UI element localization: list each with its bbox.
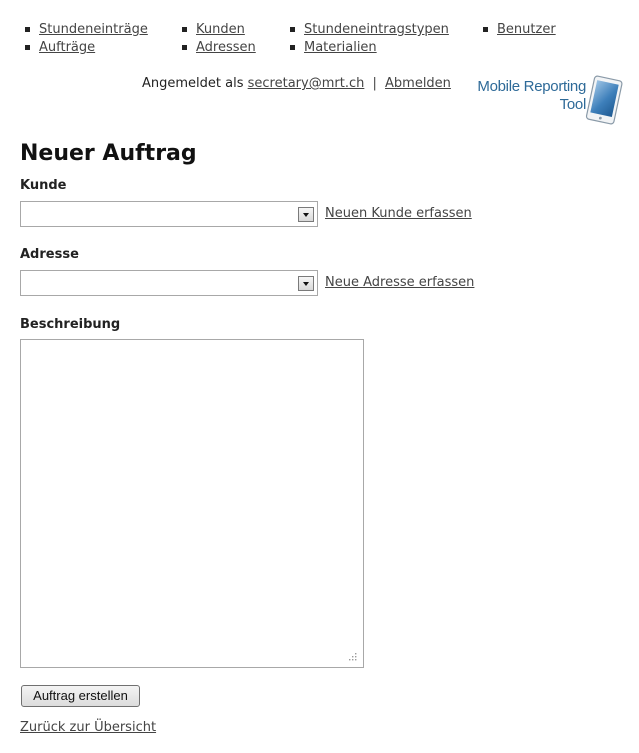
address-label: Adresse — [20, 247, 79, 262]
address-select[interactable] — [20, 270, 318, 296]
square-bullet-icon — [182, 27, 187, 32]
description-label: Beschreibung — [20, 317, 121, 332]
login-separator: | — [372, 76, 377, 91]
customer-label: Kunde — [20, 178, 67, 193]
dropdown-arrow — [303, 213, 309, 217]
chevron-down-icon[interactable] — [298, 276, 314, 291]
user-email-link[interactable]: secretary@mrt.ch — [248, 76, 365, 91]
customer-select[interactable] — [20, 201, 318, 227]
logo-text-line1: Mobile Reporting — [477, 78, 586, 95]
chevron-down-icon[interactable] — [298, 207, 314, 222]
square-bullet-icon — [182, 45, 187, 50]
square-bullet-icon — [290, 45, 295, 50]
logo-text: Mobile Reporting Tool — [474, 78, 586, 114]
description-textarea[interactable] — [20, 339, 364, 668]
logged-in-as-label: Angemeldet als — [142, 76, 244, 91]
create-order-button[interactable]: Auftrag erstellen — [21, 685, 140, 707]
back-to-overview-link[interactable]: Zurück zur Übersicht — [20, 719, 156, 737]
dropdown-arrow — [303, 282, 309, 286]
nav-link-adressen[interactable]: Adressen — [196, 39, 256, 57]
new-address-link[interactable]: Neue Adresse erfassen — [325, 274, 474, 292]
page-title: Neuer Auftrag — [20, 141, 197, 166]
square-bullet-icon — [483, 27, 488, 32]
nav-link-kunden[interactable]: Kunden — [196, 21, 245, 39]
square-bullet-icon — [25, 27, 30, 32]
nav-link-auftraege[interactable]: Aufträge — [39, 39, 95, 57]
new-customer-link[interactable]: Neuen Kunde erfassen — [325, 205, 472, 223]
nav-link-materialien[interactable]: Materialien — [304, 39, 377, 57]
tablet-icon — [585, 75, 623, 125]
square-bullet-icon — [290, 27, 295, 32]
nav-link-stundeneintragstypen[interactable]: Stundeneintragstypen — [304, 21, 449, 39]
logo-text-line2: Tool — [559, 96, 587, 113]
app-logo: Mobile Reporting Tool — [474, 72, 626, 130]
logout-link[interactable]: Abmelden — [385, 76, 451, 91]
login-status: Angemeldet als secretary@mrt.ch | Abmeld… — [142, 75, 451, 93]
nav-link-stundeneintraege[interactable]: Stundeneinträge — [39, 21, 148, 39]
nav-link-benutzer[interactable]: Benutzer — [497, 21, 556, 39]
square-bullet-icon — [25, 45, 30, 50]
resize-grip-icon[interactable] — [347, 651, 357, 661]
